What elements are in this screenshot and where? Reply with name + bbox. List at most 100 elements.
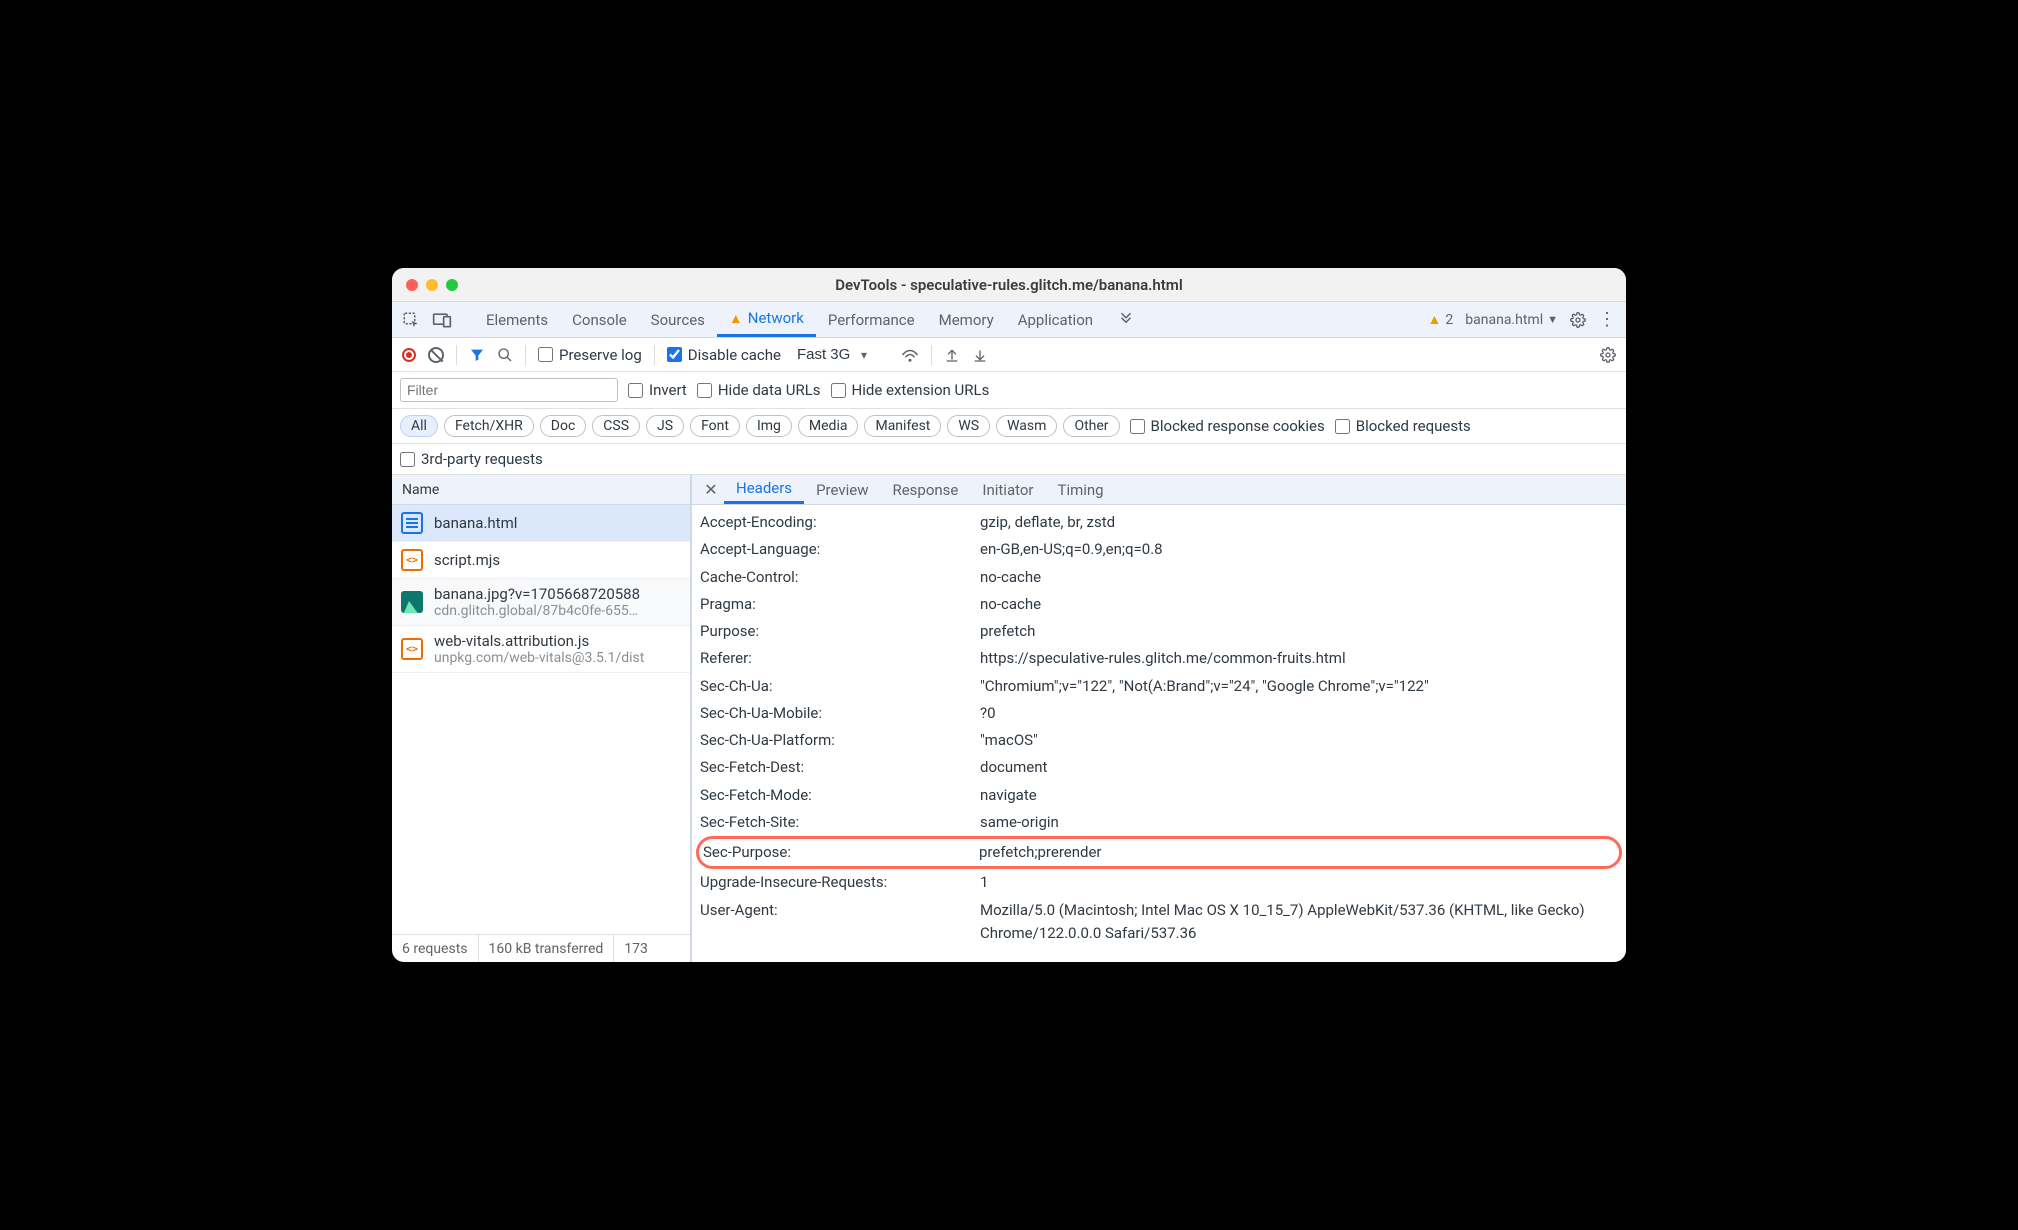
header-row: Purpose:prefetch: [692, 618, 1626, 645]
filter-bar-3: 3rd-party requests: [392, 444, 1626, 475]
name-column-header[interactable]: Name: [392, 475, 690, 505]
header-row: Upgrade-Insecure-Requests:1: [692, 869, 1626, 896]
close-detail-button[interactable]: ✕: [698, 480, 724, 499]
header-value: Mozilla/5.0 (Macintosh; Intel Mac OS X 1…: [980, 899, 1626, 946]
panel-tab-label: Performance: [828, 311, 915, 329]
filter-toggle-icon[interactable]: [469, 347, 485, 363]
header-value: 1: [980, 871, 1626, 894]
divider: [525, 345, 526, 365]
hide-data-urls-checkbox[interactable]: Hide data URLs: [697, 381, 821, 399]
header-name: Sec-Ch-Ua-Platform:: [700, 729, 980, 752]
chevron-down-icon: ▼: [1547, 313, 1558, 326]
header-name: Sec-Fetch-Dest:: [700, 756, 980, 779]
type-filter-wasm[interactable]: Wasm: [996, 415, 1057, 437]
warning-icon: ▲: [729, 310, 743, 327]
header-value: "Chromium";v="122", "Not(A:Brand";v="24"…: [980, 675, 1626, 698]
request-row[interactable]: <>web-vitals.attribution.jsunpkg.com/web…: [392, 626, 690, 673]
disable-cache-checkbox[interactable]: Disable cache: [667, 346, 781, 364]
type-filter-manifest[interactable]: Manifest: [864, 415, 941, 437]
minimize-window-button[interactable]: [426, 279, 438, 291]
header-value: en-GB,en-US;q=0.9,en;q=0.8: [980, 538, 1626, 561]
panel-tab-network[interactable]: ▲Network: [717, 302, 816, 337]
search-icon[interactable]: [497, 347, 513, 363]
detail-tab-initiator[interactable]: Initiator: [970, 475, 1045, 504]
document-icon: [400, 511, 424, 535]
headers-section[interactable]: Accept-Encoding:gzip, deflate, br, zstdA…: [692, 505, 1626, 962]
header-value: no-cache: [980, 566, 1626, 589]
header-name: Purpose:: [700, 620, 980, 643]
header-name: Referer:: [700, 647, 980, 670]
request-row[interactable]: banana.jpg?v=1705668720588cdn.glitch.glo…: [392, 579, 690, 626]
invert-checkbox[interactable]: Invert: [628, 381, 687, 399]
record-button[interactable]: [402, 348, 416, 362]
type-filter-media[interactable]: Media: [798, 415, 859, 437]
blocked-requests-checkbox[interactable]: Blocked requests: [1335, 417, 1471, 435]
panel-tab-memory[interactable]: Memory: [927, 302, 1006, 337]
detail-tab-headers[interactable]: Headers: [724, 475, 804, 504]
panel-tab-performance[interactable]: Performance: [816, 302, 927, 337]
panel-tab-sources[interactable]: Sources: [639, 302, 717, 337]
filter-input[interactable]: [400, 378, 618, 402]
network-conditions-icon[interactable]: [901, 346, 919, 364]
download-har-icon[interactable]: [972, 347, 988, 363]
header-row: Sec-Fetch-Dest:document: [692, 754, 1626, 781]
blocked-cookies-checkbox[interactable]: Blocked response cookies: [1130, 417, 1325, 435]
panel-tab-label: Memory: [939, 311, 994, 329]
upload-har-icon[interactable]: [944, 347, 960, 363]
type-filter-fetchxhr[interactable]: Fetch/XHR: [444, 415, 534, 437]
request-domain: cdn.glitch.global/87b4c0fe-655…: [434, 603, 640, 619]
throttling-select[interactable]: Fast 3G: [793, 344, 869, 365]
request-row[interactable]: <>script.mjs: [392, 542, 690, 579]
hide-extension-urls-checkbox[interactable]: Hide extension URLs: [831, 381, 990, 399]
panel-tab-label: Sources: [651, 311, 705, 329]
inspect-element-icon[interactable]: [402, 311, 420, 329]
type-filter-all[interactable]: All: [400, 415, 438, 437]
detail-tab-preview[interactable]: Preview: [804, 475, 880, 504]
request-list[interactable]: banana.html<>script.mjsbanana.jpg?v=1705…: [392, 505, 690, 934]
status-resources: 173: [614, 935, 658, 962]
filter-bar-1: Invert Hide data URLs Hide extension URL…: [392, 372, 1626, 409]
header-value: https://speculative-rules.glitch.me/comm…: [980, 647, 1626, 670]
request-name: banana.jpg?v=1705668720588: [434, 585, 640, 603]
more-tabs-icon[interactable]: [1117, 311, 1135, 329]
image-icon: [400, 590, 424, 614]
type-filter-img[interactable]: Img: [746, 415, 792, 437]
filter-bar-2: All Fetch/XHR DocCSS JS Font Img MediaManifest…: [392, 409, 1626, 444]
header-row: Sec-Ch-Ua:"Chromium";v="122", "Not(A:Bra…: [692, 673, 1626, 700]
panel-tab-application[interactable]: Application: [1006, 302, 1105, 337]
detail-tab-timing[interactable]: Timing: [1046, 475, 1116, 504]
header-name: Pragma:: [700, 593, 980, 616]
context-selector[interactable]: banana.html ▼: [1465, 312, 1558, 328]
third-party-checkbox[interactable]: 3rd-party requests: [400, 450, 543, 468]
network-settings-gear-icon[interactable]: [1600, 347, 1616, 363]
device-toolbar-icon[interactable]: [432, 312, 452, 328]
zoom-window-button[interactable]: [446, 279, 458, 291]
header-name: Sec-Ch-Ua:: [700, 675, 980, 698]
header-value: prefetch;prerender: [979, 841, 1619, 864]
type-filter-css[interactable]: CSS: [592, 415, 640, 437]
request-name: banana.html: [434, 514, 517, 532]
issues-warning-count[interactable]: ▲ 2: [1428, 311, 1454, 328]
detail-tab-response[interactable]: Response: [880, 475, 970, 504]
divider: [654, 345, 655, 365]
header-name: Upgrade-Insecure-Requests:: [700, 871, 980, 894]
type-filter-font[interactable]: Font: [690, 415, 740, 437]
type-filter-doc[interactable]: Doc: [540, 415, 587, 437]
clear-button[interactable]: [428, 347, 444, 363]
settings-gear-icon[interactable]: [1570, 312, 1586, 328]
preserve-log-checkbox[interactable]: Preserve log: [538, 346, 642, 364]
blocked-requests-label: Blocked requests: [1356, 417, 1471, 435]
close-window-button[interactable]: [406, 279, 418, 291]
type-filter-other[interactable]: Other: [1063, 415, 1119, 437]
header-name: Cache-Control:: [700, 566, 980, 589]
type-filter-js[interactable]: JS: [646, 415, 684, 437]
warning-icon: ▲: [1428, 311, 1442, 328]
hide-ext-label: Hide extension URLs: [852, 381, 990, 399]
request-row[interactable]: banana.html: [392, 505, 690, 542]
kebab-menu-icon[interactable]: ⋮: [1598, 309, 1616, 330]
divider: [931, 345, 932, 365]
type-filter-ws[interactable]: WS: [947, 415, 990, 437]
hide-data-label: Hide data URLs: [718, 381, 821, 399]
panel-tab-console[interactable]: Console: [560, 302, 639, 337]
panel-tab-elements[interactable]: Elements: [474, 302, 560, 337]
